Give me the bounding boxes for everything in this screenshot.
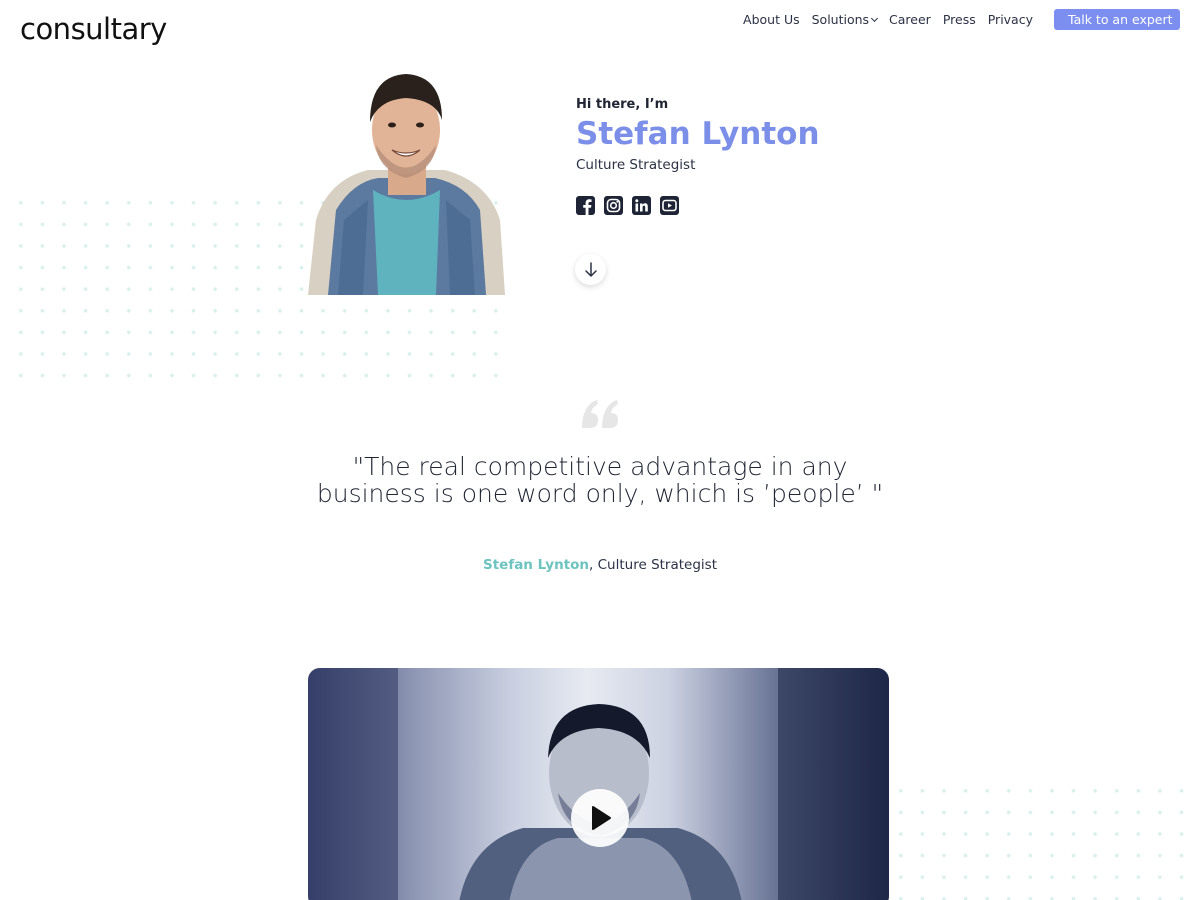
quote-author-name: Stefan Lynton [482, 557, 590, 573]
quote-author-role: , Culture Strategist [589, 557, 717, 573]
talk-to-expert-button[interactable]: Talk to an expert [1054, 9, 1180, 30]
hero-role: Culture Strategist [576, 157, 696, 173]
arrow-down-icon [584, 261, 597, 277]
quote-text: "The real competitive advantage in any b… [316, 452, 884, 508]
main-nav: About Us Solutions Career Press Privacy … [731, 9, 1180, 30]
hero-name: Stefan Lynton [576, 116, 820, 152]
nav-press[interactable]: Press [943, 12, 976, 27]
nav-solutions[interactable]: Solutions [811, 12, 879, 27]
instagram-icon[interactable] [604, 196, 623, 215]
hero-greeting: Hi there, I’m [576, 97, 669, 112]
youtube-icon[interactable] [660, 196, 679, 215]
quote-author: Stefan Lynton, Culture Strategist [300, 557, 900, 573]
logo[interactable]: consultary [20, 12, 167, 46]
video-thumbnail[interactable] [308, 668, 889, 900]
profile-photo [308, 70, 505, 295]
nav-career[interactable]: Career [889, 12, 931, 27]
play-icon [592, 806, 611, 830]
linkedin-icon[interactable] [632, 196, 651, 215]
play-button[interactable] [571, 789, 629, 847]
chevron-down-icon [871, 14, 879, 23]
scroll-down-button[interactable] [575, 254, 606, 285]
facebook-icon[interactable] [576, 196, 595, 215]
nav-solutions-label: Solutions [811, 12, 870, 27]
dot-pattern-right [890, 780, 1200, 900]
quote-icon [582, 400, 618, 428]
nav-privacy[interactable]: Privacy [988, 12, 1033, 27]
social-links [576, 196, 688, 215]
nav-about-us[interactable]: About Us [743, 12, 800, 27]
